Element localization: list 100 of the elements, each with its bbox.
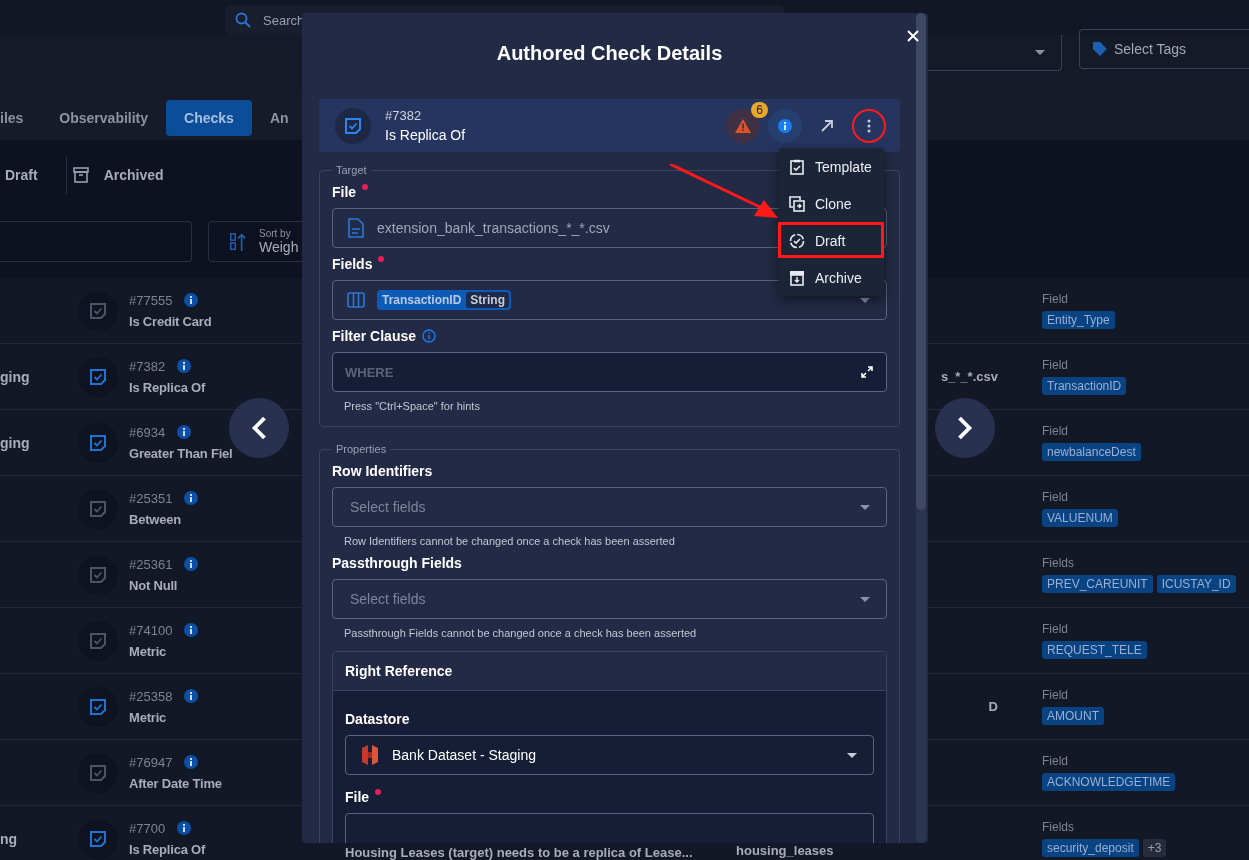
field-tag: VALUENUM bbox=[1042, 509, 1118, 527]
search-icon bbox=[235, 12, 251, 28]
info-icon bbox=[184, 689, 199, 703]
datastore-select[interactable]: Bank Dataset - Staging bbox=[345, 735, 874, 775]
tab[interactable]: An bbox=[251, 99, 307, 136]
status-filter[interactable]: Draft bbox=[0, 167, 66, 183]
info-icon bbox=[184, 293, 199, 307]
hint-text: Press "Ctrl+Space" for hints bbox=[344, 400, 481, 412]
field-label: Field bbox=[1042, 490, 1069, 504]
field-tag: REQUEST_TELE bbox=[1042, 641, 1147, 659]
field-label: Field bbox=[1042, 622, 1069, 636]
chevron-right-icon bbox=[955, 416, 975, 440]
check-description: Housing Leases (target) needs to be a replica of Lease... bbox=[345, 845, 693, 860]
next-button[interactable] bbox=[935, 398, 995, 458]
close-button[interactable] bbox=[906, 29, 920, 43]
row-label: ging bbox=[0, 368, 30, 385]
field-label: Field bbox=[1042, 754, 1069, 768]
section-legend: Target bbox=[332, 164, 371, 176]
bucket-icon bbox=[360, 743, 380, 767]
tab[interactable]: Checks bbox=[166, 99, 252, 136]
field-chip: TransactionID String bbox=[377, 290, 512, 310]
check-id: #76947 bbox=[129, 754, 173, 770]
sort-icon bbox=[229, 231, 247, 252]
check-id: #6934 bbox=[129, 424, 166, 440]
caret-icon bbox=[847, 752, 857, 758]
info-icon bbox=[177, 821, 192, 835]
fields-select[interactable]: Select fields bbox=[332, 487, 887, 527]
field-label: Datastore bbox=[345, 711, 410, 727]
field-label: File bbox=[332, 184, 357, 200]
fields-select[interactable]: Select fields bbox=[332, 579, 887, 619]
menu-item[interactable]: Template bbox=[779, 148, 884, 185]
file-name: s_*_*.csv bbox=[940, 369, 998, 384]
field-label: Row Identifiers bbox=[332, 463, 433, 479]
archive-icon bbox=[71, 165, 90, 185]
check-name: Is Replica Of bbox=[129, 379, 207, 395]
info-button[interactable] bbox=[768, 108, 802, 143]
field-tag: ICUSTAY_ID bbox=[1156, 575, 1236, 593]
hint-text: Row Identifiers cannot be changed once a check has been asserted bbox=[344, 535, 676, 547]
file-select[interactable] bbox=[345, 813, 874, 843]
check-name: Between bbox=[129, 511, 183, 527]
info-icon bbox=[177, 359, 192, 373]
info-icon bbox=[184, 623, 199, 637]
copy-icon bbox=[789, 195, 805, 212]
info-icon bbox=[778, 118, 792, 133]
check-id: #77555 bbox=[129, 292, 173, 308]
field-tag: AMOUNT bbox=[1042, 707, 1104, 725]
more-button[interactable] bbox=[852, 108, 886, 143]
check-name: Metric bbox=[129, 643, 168, 659]
warning-icon bbox=[735, 117, 751, 134]
field-tag: security_deposit bbox=[1042, 839, 1139, 857]
tags-field[interactable]: Select Tags bbox=[1079, 29, 1249, 69]
field-label: Field bbox=[1042, 292, 1069, 306]
archive-icon bbox=[789, 269, 805, 286]
check-name: Is Replica Of bbox=[129, 841, 207, 857]
field-label: Fields bbox=[1042, 556, 1075, 570]
check-name: Not Null bbox=[129, 577, 179, 593]
check-circle-icon bbox=[789, 232, 805, 249]
type-tag: String bbox=[466, 292, 510, 308]
field-tag: Entity_Type bbox=[1042, 311, 1115, 329]
scrollbar-thumb[interactable] bbox=[916, 13, 926, 510]
columns-icon bbox=[347, 290, 365, 310]
check-name: Metric bbox=[129, 709, 168, 725]
dialog-title: Authored Check Details bbox=[496, 41, 723, 65]
field-label: Filter Clause bbox=[332, 328, 417, 344]
check-name: Is Credit Card bbox=[129, 313, 213, 329]
check-id: #74100 bbox=[129, 622, 173, 638]
caret-icon bbox=[860, 596, 870, 602]
check-name: After Date Time bbox=[129, 775, 223, 791]
check-id: #25361 bbox=[129, 556, 173, 572]
tab[interactable]: iles bbox=[0, 99, 42, 136]
caret-icon bbox=[860, 504, 870, 510]
status-filter[interactable]: Archived bbox=[66, 165, 192, 185]
check-name: Is Replica Of bbox=[385, 127, 466, 143]
tab[interactable]: Observability bbox=[41, 99, 167, 136]
section-legend: Properties bbox=[332, 443, 391, 455]
field-label: File bbox=[345, 789, 370, 805]
close-icon bbox=[907, 30, 919, 42]
field-label: Passthrough Fields bbox=[332, 555, 462, 571]
field-tag: PREV_CAREUNIT bbox=[1042, 575, 1153, 593]
row-label: ging bbox=[0, 434, 30, 451]
check-id: #7700 bbox=[129, 820, 166, 836]
filter-input[interactable]: WHERE bbox=[332, 352, 887, 392]
row-label: ng bbox=[0, 830, 18, 847]
more-count: +3 bbox=[1142, 839, 1167, 857]
field-label: Field bbox=[1042, 688, 1069, 702]
field-label: Fields bbox=[332, 256, 373, 272]
tag-icon bbox=[1092, 41, 1108, 57]
arrow-icon bbox=[820, 118, 834, 133]
check-icon bbox=[335, 107, 371, 144]
info-icon bbox=[184, 755, 199, 769]
hint-text: Passthrough Fields cannot be changed once a check has been asserted bbox=[344, 627, 698, 639]
field-label: Field bbox=[1042, 424, 1069, 438]
field-tag: TransactionID bbox=[1042, 377, 1127, 395]
info-icon bbox=[422, 329, 437, 343]
field-tag: newbalanceDest bbox=[1042, 443, 1141, 461]
file-name: housing_leases bbox=[736, 843, 834, 858]
alert-count: 6 bbox=[751, 101, 768, 118]
file-icon bbox=[347, 218, 365, 238]
file-name: D bbox=[988, 699, 998, 714]
field-tag: ACKNOWLEDGETIME bbox=[1042, 773, 1176, 791]
